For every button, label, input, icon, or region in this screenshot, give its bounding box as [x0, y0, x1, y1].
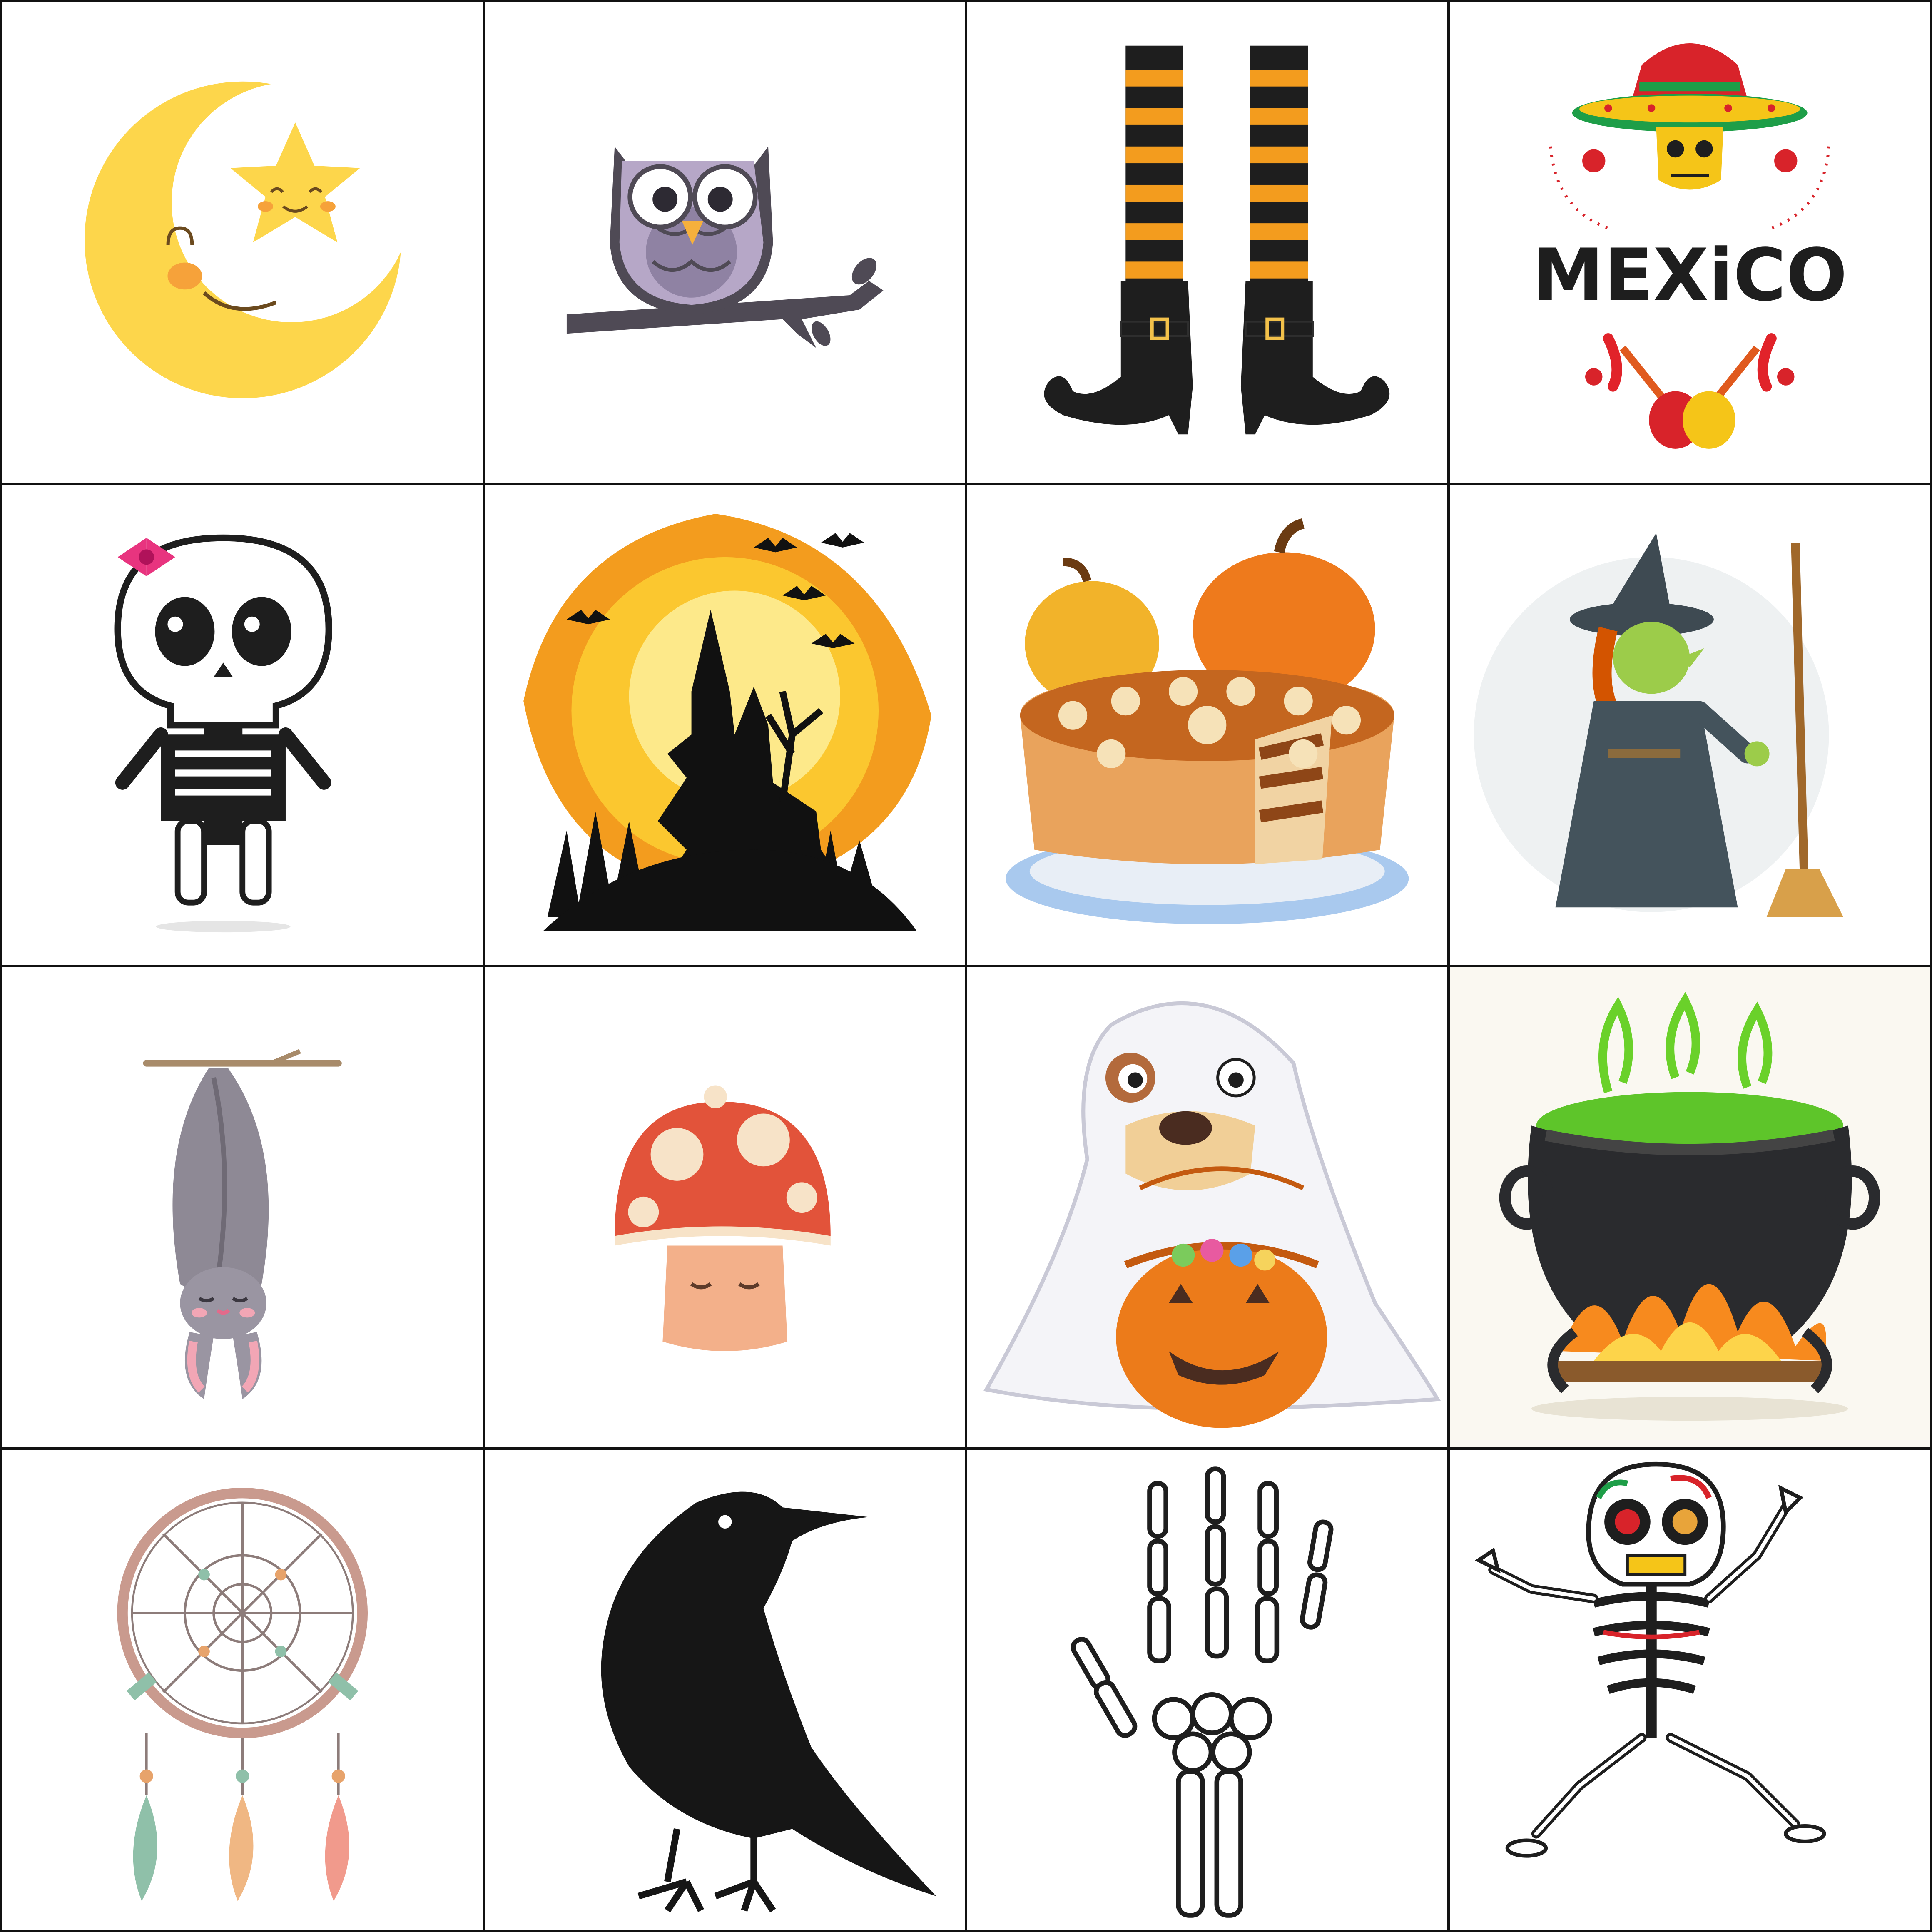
tile-dreamcatcher[interactable] [2, 1449, 483, 1930]
tile-dancing-skeleton[interactable] [1449, 1449, 1930, 1930]
picture-board: MEXiCO [0, 0, 1932, 1932]
tile-mexico[interactable]: MEXiCO [1449, 2, 1930, 483]
tile-cute-skeleton[interactable] [2, 485, 483, 965]
haunted-castle-icon [523, 513, 931, 931]
tile-ghost-dog[interactable] [967, 967, 1447, 1447]
cauldron-icon [1499, 992, 1880, 1421]
witch-broom-icon [1474, 533, 1843, 917]
tile-mushroom[interactable] [485, 967, 965, 1447]
ghost-dog-icon [983, 1001, 1441, 1428]
moon-star-icon [85, 81, 401, 398]
tile-moon-star[interactable] [2, 2, 483, 483]
owl-icon [566, 146, 884, 348]
tile-witch-boots[interactable] [967, 2, 1447, 483]
tile-owl[interactable] [485, 2, 965, 483]
tile-skeleton-hand[interactable] [967, 1449, 1447, 1930]
dancing-skeleton-icon [1474, 1461, 1826, 1858]
tile-crow[interactable] [485, 1449, 965, 1930]
witch-boots-icon [1044, 45, 1390, 435]
hanging-bat-icon [143, 1049, 342, 1399]
tile-haunted-castle[interactable] [485, 485, 965, 965]
tile-cauldron[interactable] [1449, 967, 1930, 1447]
pumpkin-pie-icon [1006, 518, 1409, 924]
crow-icon [601, 1491, 936, 1912]
mexico-title: MEXiCO [1532, 234, 1847, 317]
cute-skeleton-icon [114, 534, 332, 932]
tile-pumpkin-pie[interactable] [967, 485, 1447, 965]
skeleton-hand-icon [1071, 1466, 1334, 1918]
tile-hanging-bat[interactable] [2, 967, 483, 1447]
tile-witch[interactable] [1449, 485, 1930, 965]
mexico-sombrero-icon: MEXiCO [1532, 43, 1847, 449]
mushroom-icon [614, 1085, 831, 1351]
dreamcatcher-icon [117, 1487, 368, 1901]
